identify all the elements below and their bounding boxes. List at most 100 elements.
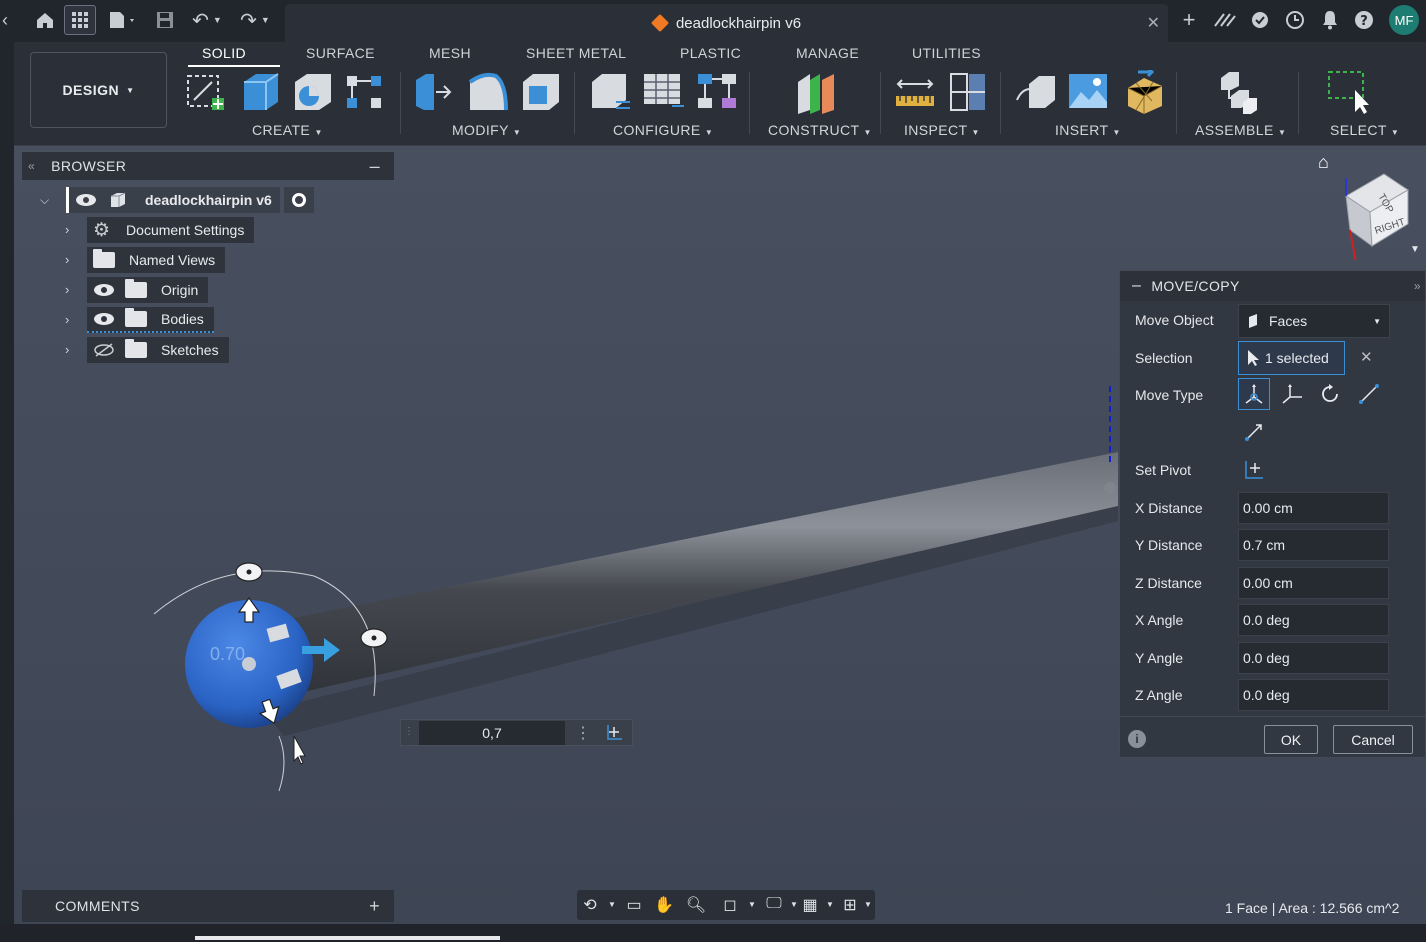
expand-chevron-icon[interactable]: ›	[65, 282, 69, 297]
selection-button[interactable]: 1 selected	[1238, 341, 1345, 375]
group-inspect-label[interactable]: INSPECT ▼	[904, 122, 980, 138]
visibility-eye-icon[interactable]	[93, 283, 115, 297]
fillet-icon[interactable]	[466, 70, 510, 114]
browser-item-origin[interactable]: Origin	[87, 277, 209, 303]
z-distance-input[interactable]: 0.00 cm	[1238, 567, 1389, 599]
create-sketch-icon[interactable]	[184, 70, 228, 114]
free-move-icon[interactable]	[1238, 378, 1270, 410]
z-angle-input[interactable]: 0.0 deg	[1238, 679, 1389, 711]
viewcube-menu-caret-icon[interactable]: ▼	[1410, 244, 1420, 255]
move-object-dropdown[interactable]: Faces ▼	[1238, 304, 1390, 338]
orbit-icon[interactable]: ⟲	[579, 895, 601, 915]
group-insert-label[interactable]: INSERT ▼	[1055, 122, 1121, 138]
x-distance-input[interactable]: 0.00 cm	[1238, 492, 1389, 524]
tab-surface[interactable]: SURFACE	[306, 45, 375, 61]
back-chevron-icon[interactable]: ‹	[0, 8, 10, 32]
clear-selection-icon[interactable]: ✕	[1360, 348, 1373, 366]
save-icon[interactable]	[154, 8, 176, 32]
more-options-icon[interactable]: ⋮	[575, 723, 591, 743]
new-tab-plus-icon[interactable]: +	[1178, 7, 1200, 32]
pan-hand-icon[interactable]: ✋	[653, 895, 675, 915]
home-icon[interactable]	[32, 8, 58, 32]
fit-window-icon[interactable]: ◻	[719, 895, 741, 915]
insert-mesh-icon[interactable]	[1122, 66, 1166, 114]
translate-xyz-icon[interactable]	[1276, 378, 1308, 410]
view-cube[interactable]: ⌂ TOP RIGHT ▼	[1316, 150, 1420, 260]
point-to-position-icon[interactable]	[1238, 416, 1270, 448]
expand-chevron-icon[interactable]: ›	[65, 222, 69, 237]
collapse-dialog-icon[interactable]: –	[1132, 277, 1141, 295]
group-configure-label[interactable]: CONFIGURE ▼	[613, 122, 713, 138]
grid-dropdown-caret-icon[interactable]: ▼	[819, 900, 841, 920]
group-assemble-label[interactable]: ASSEMBLE ▼	[1195, 122, 1286, 138]
tab-solid[interactable]: SOLID	[202, 45, 246, 61]
root-node-box[interactable]: deadlockhairpin v6	[66, 187, 280, 213]
revolve-icon[interactable]	[291, 70, 335, 114]
orbit-dropdown-caret-icon[interactable]: ▼	[601, 900, 623, 920]
close-tab-icon[interactable]: ✕	[1147, 13, 1160, 33]
activate-radio-icon[interactable]	[283, 187, 314, 213]
browser-item-named-views[interactable]: Named Views	[87, 247, 226, 273]
browser-panel-header[interactable]: « BROWSER –	[22, 152, 394, 180]
press-pull-icon[interactable]	[412, 70, 456, 114]
configure-table-icon[interactable]	[642, 70, 686, 114]
group-construct-label[interactable]: CONSTRUCT ▼	[768, 122, 872, 138]
tab-sheet-metal[interactable]: SHEET METAL	[526, 45, 626, 61]
browser-item-sketches[interactable]: Sketches	[87, 337, 229, 363]
offset-plane-icon[interactable]	[794, 70, 838, 114]
y-angle-input[interactable]: 0.0 deg	[1238, 642, 1389, 674]
comments-panel-header[interactable]: COMMENTS +	[22, 890, 394, 922]
expand-chevron-icon[interactable]: ›	[65, 252, 69, 267]
point-to-point-icon[interactable]	[1353, 378, 1385, 410]
undo-icon[interactable]: ↶ ▼	[188, 8, 226, 32]
rotate-icon[interactable]	[1314, 378, 1346, 410]
drag-grip-icon[interactable]: ⋮	[404, 726, 414, 737]
move-manipulator[interactable]: 0.70	[144, 546, 464, 806]
set-pivot-icon[interactable]	[604, 723, 624, 743]
insert-derive-icon[interactable]	[1015, 70, 1059, 114]
help-icon[interactable]: ?	[1352, 8, 1376, 32]
browser-minimize-icon[interactable]: –	[370, 156, 380, 177]
tab-plastic[interactable]: PLASTIC	[680, 45, 741, 61]
file-menu-icon[interactable]	[106, 8, 140, 32]
zoom-icon[interactable]: 🔍︎	[685, 895, 707, 915]
new-component-icon[interactable]	[1217, 70, 1261, 114]
collapse-browser-icon[interactable]: «	[28, 159, 35, 173]
configure-rules-icon[interactable]	[696, 70, 740, 114]
tab-utilities[interactable]: UTILITIES	[912, 45, 981, 61]
y-distance-input[interactable]: 0.7 cm	[1238, 529, 1389, 561]
document-tab[interactable]: deadlockhairpin v6 ✕	[285, 4, 1168, 42]
extensions-icon[interactable]	[1212, 8, 1238, 32]
select-window-icon[interactable]	[1327, 70, 1371, 114]
job-status-icon[interactable]	[1248, 8, 1272, 32]
group-modify-label[interactable]: MODIFY ▼	[452, 122, 521, 138]
derive-pattern-icon[interactable]	[343, 70, 387, 114]
expand-chevron-icon[interactable]: ›	[65, 342, 69, 357]
section-analysis-icon[interactable]	[947, 70, 991, 114]
dialog-header[interactable]: – MOVE/COPY »	[1120, 271, 1425, 301]
insert-canvas-icon[interactable]	[1067, 70, 1111, 114]
clock-icon[interactable]	[1283, 8, 1307, 32]
visibility-eye-icon[interactable]	[75, 193, 97, 207]
tab-manage[interactable]: MANAGE	[796, 45, 859, 61]
user-avatar[interactable]: MF	[1389, 5, 1419, 35]
extrude-icon[interactable]	[238, 70, 282, 114]
expand-chevron-down-icon[interactable]: ⌵	[40, 193, 66, 208]
configure-box-icon[interactable]	[588, 70, 632, 114]
workspace-switcher-button[interactable]: DESIGN ▼	[30, 52, 167, 128]
notifications-bell-icon[interactable]	[1318, 8, 1342, 32]
browser-item-bodies[interactable]: Bodies	[87, 307, 214, 333]
ok-button[interactable]: OK	[1264, 725, 1318, 754]
look-at-icon[interactable]: ▭	[623, 895, 645, 915]
distance-value-input[interactable]: 0,7	[419, 721, 565, 745]
measure-icon[interactable]	[894, 70, 938, 114]
timeline-bar[interactable]	[195, 936, 500, 940]
data-panel-grid-icon[interactable]	[64, 5, 96, 35]
set-pivot-button-icon[interactable]	[1238, 454, 1270, 486]
expand-chevron-icon[interactable]: ›	[65, 312, 69, 327]
add-comment-plus-icon[interactable]: +	[369, 896, 380, 917]
group-select-label[interactable]: SELECT ▼	[1330, 122, 1399, 138]
shell-icon[interactable]	[519, 70, 563, 114]
info-icon[interactable]: i	[1128, 730, 1146, 748]
browser-root-row[interactable]: ⌵ deadlockhairpin v6	[40, 187, 314, 213]
